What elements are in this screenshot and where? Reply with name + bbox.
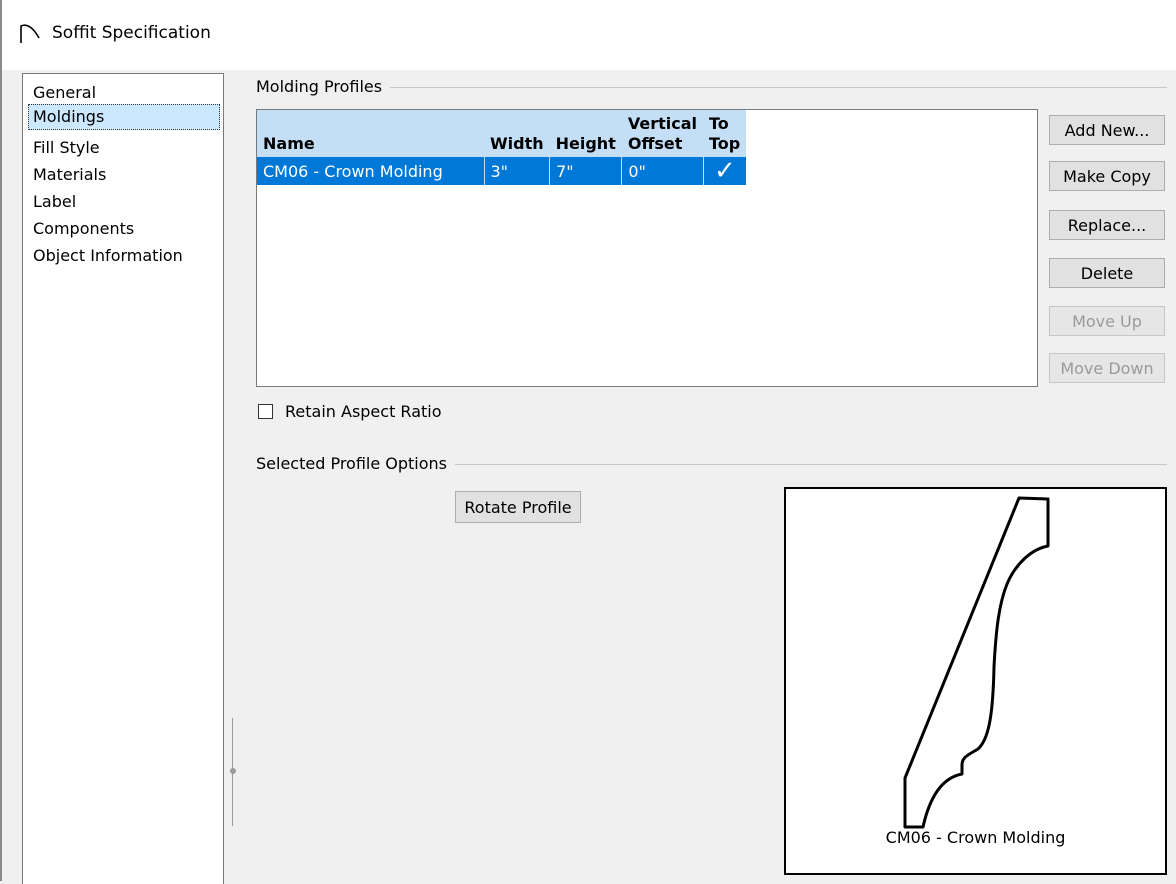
cell-name[interactable]: CM06 - Crown Molding [257, 157, 485, 185]
preview-caption: CM06 - Crown Molding [885, 828, 1066, 847]
crown-molding-profile-shape [903, 496, 1050, 829]
profile-preview: CM06 - Crown Molding [784, 487, 1167, 875]
sidebar-item-materials[interactable]: Materials [28, 162, 111, 188]
molding-profiles-divider [256, 87, 1167, 88]
molding-profiles-heading: Molding Profiles [256, 77, 391, 96]
add-new-button[interactable]: Add New... [1049, 115, 1165, 145]
rotate-profile-button[interactable]: Rotate Profile [455, 491, 581, 523]
sidebar-item-general[interactable]: General [28, 80, 101, 106]
make-copy-button[interactable]: Make Copy [1049, 161, 1165, 191]
soffit-icon [18, 21, 42, 45]
sidebar-item-object-information[interactable]: Object Information [28, 243, 188, 269]
replace-button[interactable]: Replace... [1049, 210, 1165, 240]
window-frame-edge [0, 0, 2, 881]
sidebar-item-label[interactable]: Label [28, 189, 81, 215]
cell-vertical-offset[interactable]: 0" [621, 157, 704, 185]
selected-profile-options-heading: Selected Profile Options [256, 454, 456, 473]
column-header-vertical-offset-line1: Vertical [627, 114, 697, 133]
column-header-to-top-line2: Top [709, 134, 741, 153]
sidebar-item-fill-style[interactable]: Fill Style [28, 135, 105, 161]
molding-profiles-table: Name Width Height Vertical Offset To Top… [257, 110, 747, 186]
column-header-to-top[interactable]: To Top [703, 110, 747, 157]
window-title: Soffit Specification [52, 23, 211, 43]
move-up-button[interactable]: Move Up [1049, 306, 1165, 336]
pane-splitter[interactable] [230, 718, 236, 826]
cell-to-top[interactable]: ✓ [703, 156, 747, 186]
table-row[interactable]: CM06 - Crown Molding 3" 7" 0" ✓ [257, 156, 747, 186]
splitter-grip[interactable] [230, 768, 236, 774]
retain-aspect-ratio-label[interactable]: Retain Aspect Ratio [285, 402, 442, 421]
column-header-vertical-offset-line2: Offset [627, 134, 683, 153]
sidebar-item-components[interactable]: Components [28, 216, 139, 242]
column-header-height[interactable]: Height [549, 110, 622, 157]
column-header-name[interactable]: Name [257, 110, 484, 157]
category-list: General Moldings Fill Style Materials La… [22, 73, 224, 884]
move-down-button[interactable]: Move Down [1049, 353, 1165, 383]
column-header-to-top-line1: To [709, 114, 729, 133]
cell-width[interactable]: 3" [484, 157, 551, 185]
molding-profiles-grid[interactable]: Name Width Height Vertical Offset To Top… [256, 109, 1038, 387]
delete-button[interactable]: Delete [1049, 258, 1165, 288]
retain-aspect-ratio-checkbox[interactable] [258, 404, 273, 419]
table-header-row: Name Width Height Vertical Offset To Top [257, 110, 747, 157]
checkmark-icon: ✓ [713, 156, 736, 186]
sidebar-item-moldings[interactable]: Moldings [28, 104, 220, 130]
column-header-vertical-offset[interactable]: Vertical Offset [621, 110, 703, 157]
cell-height[interactable]: 7" [549, 157, 623, 185]
column-header-width[interactable]: Width [484, 110, 550, 157]
